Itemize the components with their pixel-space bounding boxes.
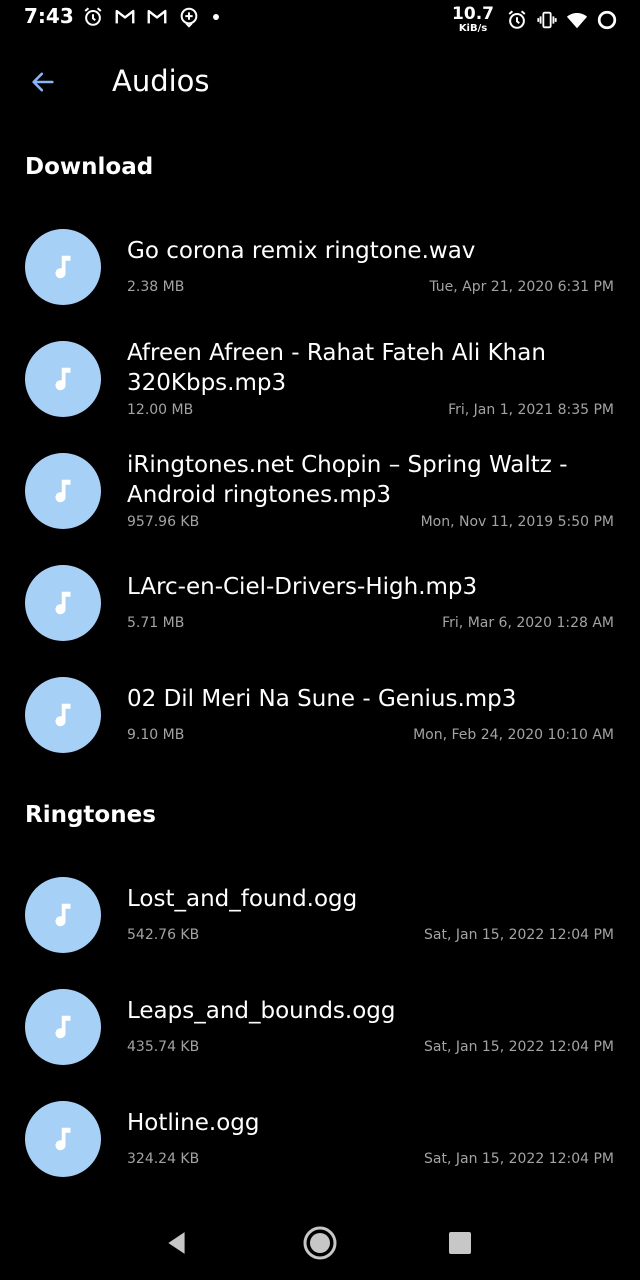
network-speed-unit: KiB/s [458,23,488,34]
music-note-icon [55,255,71,279]
nav-home-button[interactable] [300,1223,340,1263]
status-bar: 7:43 10.7 KiB/s [0,0,640,34]
file-meta: 5.71 MB Fri, Mar 6, 2020 1:28 AM [127,614,614,632]
audio-file-avatar [25,341,101,417]
back-triangle-icon [168,1232,185,1254]
recents-square-icon [449,1232,471,1254]
dot-icon [213,14,219,20]
file-date: Sat, Jan 15, 2022 12:04 PM [424,927,614,943]
file-name: Lost_and_found.ogg [127,886,358,912]
navigation-bar [0,1205,640,1280]
nav-recents-button[interactable] [440,1223,480,1263]
file-meta: 324.24 KB Sat, Jan 15, 2022 12:04 PM [127,1150,614,1168]
music-note-icon [55,367,71,391]
file-meta: 12.00 MB Fri, Jan 1, 2021 8:35 PM [127,401,614,419]
file-row[interactable]: iRingtones.net Chopin – Spring Waltz - A… [0,436,640,548]
home-circle-icon [303,1226,337,1260]
file-row[interactable]: LArc-en-Ciel-Drivers-High.mp3 5.71 MB Fr… [0,548,640,660]
status-time: 7:43 [24,4,74,28]
audio-file-avatar [25,229,101,305]
file-size: 435.74 KB [127,1039,200,1055]
file-name: LArc-en-Ciel-Drivers-High.mp3 [127,574,478,600]
file-name: Leaps_and_bounds.ogg [127,998,396,1024]
file-size: 324.24 KB [127,1151,200,1167]
file-row[interactable]: Hotline.ogg 324.24 KB Sat, Jan 15, 2022 … [0,1082,640,1194]
file-name: 02 Dil Meri Na Sune - Genius.mp3 [127,686,517,712]
file-name: iRingtones.net Chopin – Spring Waltz - A… [127,452,568,508]
file-date: Mon, Nov 11, 2019 5:50 PM [420,514,614,530]
file-row[interactable]: Lost_and_found.ogg 542.76 KB Sat, Jan 15… [0,858,640,970]
audio-file-avatar [25,565,101,641]
file-date: Tue, Apr 21, 2020 6:31 PM [429,279,614,295]
file-name: Hotline.ogg [127,1110,260,1136]
file-size: 542.76 KB [127,927,200,943]
music-note-icon [55,1015,71,1039]
wifi-icon [566,13,588,29]
file-meta: 435.74 KB Sat, Jan 15, 2022 12:04 PM [127,1038,614,1056]
music-note-icon [55,479,71,503]
file-meta: 542.76 KB Sat, Jan 15, 2022 12:04 PM [127,926,614,944]
audio-file-avatar [25,989,101,1065]
add-circle-icon [180,7,198,28]
audio-file-avatar [25,453,101,529]
music-note-icon [55,903,71,927]
file-date: Sat, Jan 15, 2022 12:04 PM [424,1151,614,1167]
audio-file-avatar [25,677,101,753]
section-header-download: Download [25,154,154,180]
alarm-icon [84,7,102,26]
file-date: Fri, Jan 1, 2021 8:35 PM [448,402,614,418]
file-date: Sat, Jan 15, 2022 12:04 PM [424,1039,614,1055]
gmail-icon [115,9,135,24]
file-meta: 2.38 MB Tue, Apr 21, 2020 6:31 PM [127,278,614,296]
vibrate-icon [537,11,557,29]
page-title: Audios [112,64,210,98]
status-notification-icons [82,6,222,28]
back-button[interactable] [22,62,64,102]
file-size: 12.00 MB [127,402,194,418]
network-speed-value: 10.7 [452,4,494,24]
audio-file-avatar [25,877,101,953]
arrow-back-icon [32,72,54,92]
file-date: Mon, Feb 24, 2020 10:10 AM [413,727,614,743]
file-name: Afreen Afreen - Rahat Fateh Ali Khan 320… [127,340,546,396]
file-name: Go corona remix ringtone.wav [127,238,476,264]
status-system-icons: 10.7 KiB/s [452,6,618,34]
loading-icon [597,10,617,30]
file-size: 9.10 MB [127,727,185,743]
file-row[interactable]: Leaps_and_bounds.ogg 435.74 KB Sat, Jan … [0,970,640,1082]
app-bar: Audios [0,48,640,114]
nav-back-button[interactable] [157,1223,197,1263]
network-speed: 10.7 KiB/s [452,6,494,34]
gmail-icon [147,9,167,24]
file-size: 957.96 KB [127,514,200,530]
music-note-icon [55,591,71,615]
file-row[interactable]: Go corona remix ringtone.wav 2.38 MB Tue… [0,212,640,324]
audio-file-avatar [25,1101,101,1177]
file-size: 5.71 MB [127,615,185,631]
file-row[interactable]: 02 Dil Meri Na Sune - Genius.mp3 9.10 MB… [0,660,640,772]
file-row[interactable]: Afreen Afreen - Rahat Fateh Ali Khan 320… [0,324,640,436]
alarm-icon [508,10,526,29]
file-date: Fri, Mar 6, 2020 1:28 AM [442,615,614,631]
file-meta: 9.10 MB Mon, Feb 24, 2020 10:10 AM [127,726,614,744]
file-size: 2.38 MB [127,279,185,295]
file-meta: 957.96 KB Mon, Nov 11, 2019 5:50 PM [127,513,614,531]
music-note-icon [55,703,71,727]
music-note-icon [55,1127,71,1151]
section-header-ringtones: Ringtones [25,802,156,828]
